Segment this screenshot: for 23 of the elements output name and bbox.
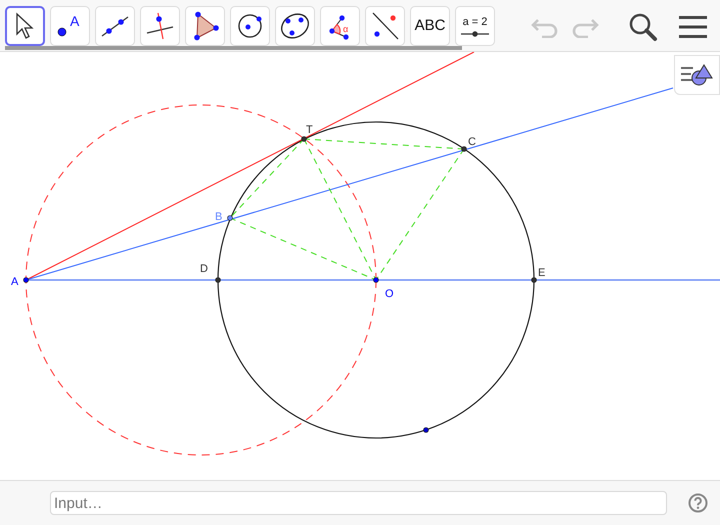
- help-icon[interactable]: [688, 493, 708, 513]
- undo-arrow-icon: [530, 16, 560, 38]
- slider-icon: [461, 30, 489, 36]
- tool-button[interactable]: ABC: [410, 6, 450, 46]
- point-label: E: [538, 267, 546, 279]
- point-label: T: [306, 124, 313, 136]
- point: [423, 427, 429, 433]
- point-label: A: [11, 276, 18, 288]
- toolbar-scrollbar[interactable]: [5, 46, 462, 50]
- style-bar-button[interactable]: [674, 55, 720, 95]
- lines-circle-triangle-icon: [680, 63, 714, 87]
- cursor-arrow-icon: [14, 12, 36, 40]
- tool-button[interactable]: a = 2: [455, 6, 495, 46]
- tool-button[interactable]: A: [50, 6, 90, 46]
- input-field[interactable]: Input…: [50, 491, 667, 515]
- redo-arrow-icon: [570, 16, 600, 38]
- ellipse-icon: [278, 11, 312, 41]
- perpendicular-line-icon: [145, 11, 175, 41]
- point-label: C: [468, 136, 476, 148]
- point-label: D: [200, 263, 208, 275]
- tool-button[interactable]: [5, 6, 45, 46]
- point-label: O: [385, 288, 394, 300]
- point-label: B: [215, 211, 222, 223]
